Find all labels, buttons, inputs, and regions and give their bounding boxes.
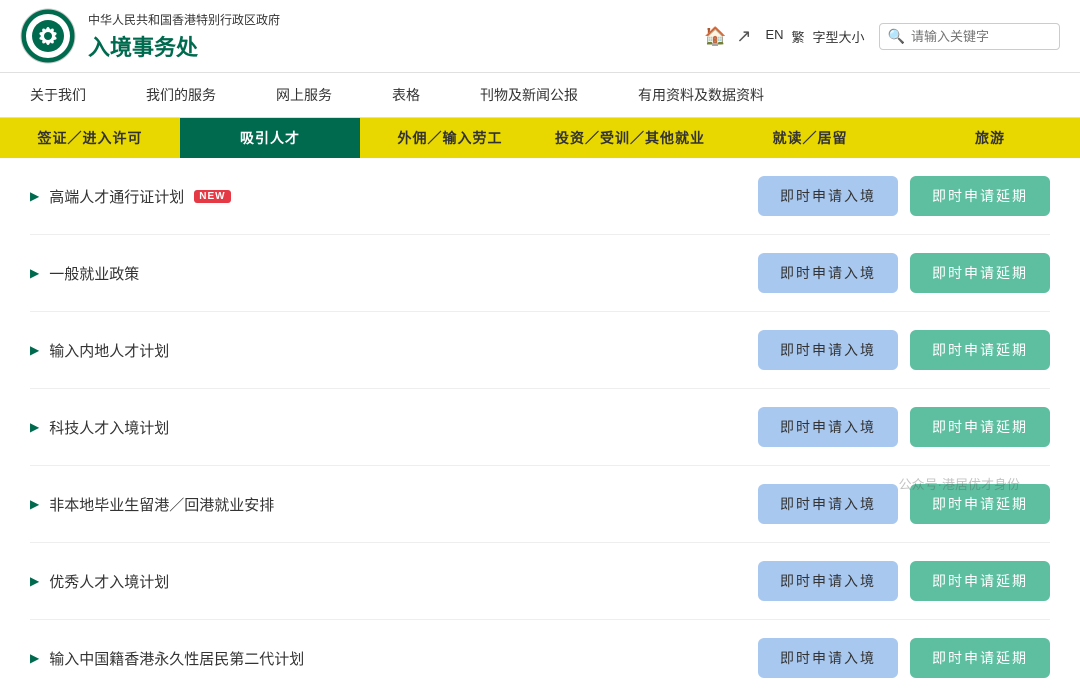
- lang-tc[interactable]: 繁: [792, 27, 805, 46]
- service-label: ▶ 非本地毕业生留港／回港就业安排: [30, 494, 274, 515]
- sub-nav-study[interactable]: 就读／居留: [720, 118, 900, 158]
- service-name: 科技人才入境计划: [49, 417, 169, 438]
- sub-nav: 签证／进入许可 吸引人才 外佣／输入劳工 投资／受训／其他就业 就读／居留 旅游: [0, 118, 1080, 158]
- nav-item-resources[interactable]: 有用资料及数据资料: [608, 73, 794, 117]
- service-row: ▶ 高端人才通行证计划 NEW 即时申请入境即时申请延期: [30, 158, 1050, 235]
- apply-entry-button[interactable]: 即时申请入境: [758, 484, 898, 524]
- apply-entry-button[interactable]: 即时申请入境: [758, 407, 898, 447]
- service-label: ▶ 输入内地人才计划: [30, 340, 169, 361]
- service-buttons: 即时申请入境即时申请延期: [758, 407, 1050, 447]
- header-text: 中华人民共和国香港特别行政区政府 入境事务处: [88, 11, 280, 62]
- service-row: ▶ 科技人才入境计划 即时申请入境即时申请延期: [30, 389, 1050, 466]
- apply-entry-button[interactable]: 即时申请入境: [758, 561, 898, 601]
- top-nav: 关于我们 我们的服务 网上服务 表格 刊物及新闻公报 有用资料及数据资料: [0, 73, 1080, 118]
- service-buttons: 即时申请入境即时申请延期: [758, 561, 1050, 601]
- arrow-icon: ▶: [30, 266, 39, 280]
- share-icon[interactable]: ↗: [736, 26, 751, 47]
- font-size-label[interactable]: 字型大小: [813, 27, 865, 46]
- arrow-icon: ▶: [30, 343, 39, 357]
- dept-name: 入境事务处: [88, 30, 280, 62]
- apply-extension-button[interactable]: 即时申请延期: [910, 330, 1050, 370]
- service-row: ▶ 输入内地人才计划 即时申请入境即时申请延期: [30, 312, 1050, 389]
- apply-extension-button[interactable]: 即时申请延期: [910, 638, 1050, 678]
- service-name: 输入内地人才计划: [49, 340, 169, 361]
- service-label: ▶ 科技人才入境计划: [30, 417, 169, 438]
- arrow-icon: ▶: [30, 420, 39, 434]
- apply-extension-button[interactable]: 即时申请延期: [910, 561, 1050, 601]
- apply-entry-button[interactable]: 即时申请入境: [758, 330, 898, 370]
- nav-item-services[interactable]: 我们的服务: [116, 73, 246, 117]
- lang-en[interactable]: EN: [765, 27, 783, 46]
- service-buttons: 即时申请入境即时申请延期: [758, 484, 1050, 524]
- apply-extension-button[interactable]: 即时申请延期: [910, 176, 1050, 216]
- sub-nav-foreign-worker[interactable]: 外佣／输入劳工: [360, 118, 540, 158]
- service-row: ▶ 优秀人才入境计划 即时申请入境即时申请延期: [30, 543, 1050, 620]
- home-icon[interactable]: 🏠: [704, 26, 726, 47]
- service-label: ▶ 优秀人才入境计划: [30, 571, 169, 592]
- apply-entry-button[interactable]: 即时申请入境: [758, 176, 898, 216]
- nav-item-about[interactable]: 关于我们: [0, 73, 116, 117]
- nav-item-online[interactable]: 网上服务: [246, 73, 362, 117]
- apply-extension-button[interactable]: 即时申请延期: [910, 484, 1050, 524]
- service-row: ▶ 非本地毕业生留港／回港就业安排 即时申请入境即时申请延期: [30, 466, 1050, 543]
- arrow-icon: ▶: [30, 497, 39, 511]
- sub-nav-visa[interactable]: 签证／进入许可: [0, 118, 180, 158]
- lang-options: EN 繁 字型大小: [765, 27, 864, 46]
- header-left: 中华人民共和国香港特别行政区政府 入境事务处: [20, 8, 280, 64]
- arrow-icon: ▶: [30, 189, 39, 203]
- service-name: 输入中国籍香港永久性居民第二代计划: [49, 648, 304, 669]
- service-row: ▶ 一般就业政策 即时申请入境即时申请延期: [30, 235, 1050, 312]
- service-buttons: 即时申请入境即时申请延期: [758, 638, 1050, 678]
- main-content: ▶高端人才通行证计划NEW即时申请入境即时申请延期▶一般就业政策即时申请入境即时…: [0, 158, 1080, 696]
- new-badge: NEW: [194, 190, 230, 203]
- service-buttons: 即时申请入境即时申请延期: [758, 253, 1050, 293]
- search-icon: 🔍: [888, 28, 905, 45]
- service-row: ▶ 输入中国籍香港永久性居民第二代计划 即时申请入境即时申请延期: [30, 620, 1050, 696]
- service-name: 优秀人才入境计划: [49, 571, 169, 592]
- service-name: 非本地毕业生留港／回港就业安排: [49, 494, 274, 515]
- hk-emblem: [20, 8, 76, 64]
- service-label: ▶ 高端人才通行证计划 NEW: [30, 186, 231, 207]
- service-label: ▶ 输入中国籍香港永久性居民第二代计划: [30, 648, 304, 669]
- service-name: 一般就业政策: [49, 263, 139, 284]
- header-icons: 🏠 ↗: [704, 26, 752, 47]
- arrow-icon: ▶: [30, 574, 39, 588]
- apply-entry-button[interactable]: 即时申请入境: [758, 638, 898, 678]
- nav-item-forms[interactable]: 表格: [362, 73, 450, 117]
- service-label: ▶ 一般就业政策: [30, 263, 139, 284]
- header: 中华人民共和国香港特别行政区政府 入境事务处 🏠 ↗ EN 繁 字型大小 🔍: [0, 0, 1080, 73]
- sub-nav-investment[interactable]: 投资／受训／其他就业: [540, 118, 720, 158]
- nav-item-publications[interactable]: 刊物及新闻公报: [450, 73, 608, 117]
- sub-nav-travel[interactable]: 旅游: [900, 118, 1080, 158]
- apply-extension-button[interactable]: 即时申请延期: [910, 253, 1050, 293]
- service-name: 高端人才通行证计划: [49, 186, 184, 207]
- service-buttons: 即时申请入境即时申请延期: [758, 330, 1050, 370]
- apply-entry-button[interactable]: 即时申请入境: [758, 253, 898, 293]
- header-right: 🏠 ↗ EN 繁 字型大小 🔍: [704, 23, 1060, 50]
- arrow-icon: ▶: [30, 651, 39, 665]
- apply-extension-button[interactable]: 即时申请延期: [910, 407, 1050, 447]
- service-buttons: 即时申请入境即时申请延期: [758, 176, 1050, 216]
- search-input[interactable]: [911, 29, 1051, 44]
- search-box[interactable]: 🔍: [879, 23, 1060, 50]
- sub-nav-talent[interactable]: 吸引人才: [180, 118, 360, 158]
- gov-name: 中华人民共和国香港特别行政区政府: [88, 11, 280, 28]
